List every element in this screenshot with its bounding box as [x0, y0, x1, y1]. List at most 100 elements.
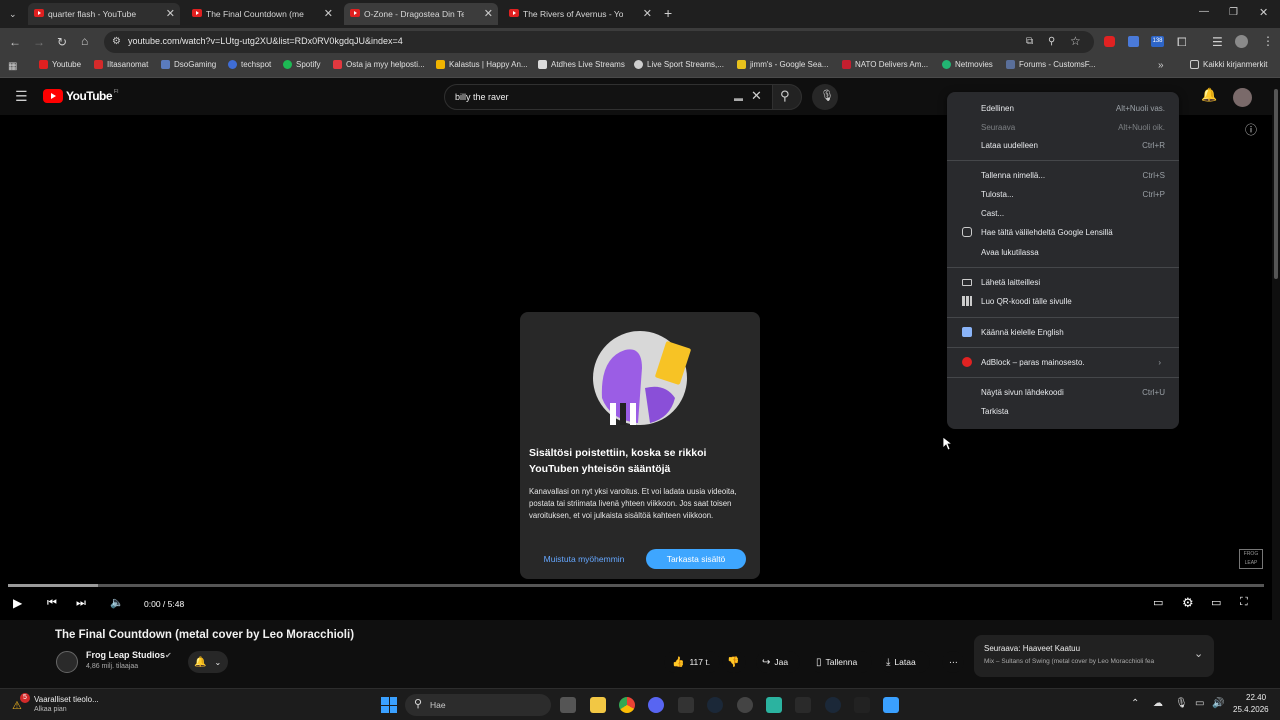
taskbar-search[interactable]: ⚲ Hae — [405, 694, 551, 716]
address-bar[interactable]: ⚙ youtube.com/watch?v=LUtg-utg2XU&list=R… — [104, 31, 1094, 53]
search-input[interactable]: billy the raver ▬ ✕ — [444, 84, 774, 110]
network-icon[interactable]: ☁ — [1153, 698, 1163, 709]
forward-icon[interactable]: → — [33, 36, 45, 48]
close-tab-icon[interactable]: ✕ — [484, 7, 493, 20]
review-content-button[interactable]: Tarkasta sisältö — [646, 549, 746, 569]
bookmark-item[interactable]: Live Sport Streams,... — [634, 60, 724, 69]
play-button[interactable]: ▶ — [13, 596, 22, 610]
steam-icon[interactable] — [707, 697, 723, 713]
bookmark-item[interactable]: jimm's - Google Sea... — [737, 60, 828, 69]
tab-2[interactable]: The Final Countdown (metal co ✕ — [186, 3, 338, 25]
user-avatar[interactable] — [1233, 88, 1252, 107]
bookmark-item[interactable]: Youtube — [39, 60, 81, 69]
notifications-bell-icon[interactable]: 🔔 — [1201, 88, 1217, 101]
extensions-icon[interactable]: ⧠ — [1177, 36, 1187, 48]
zoom-icon[interactable]: ⚲ — [1048, 36, 1055, 48]
extension-badge-icon[interactable]: 138 — [1151, 36, 1164, 47]
clock-date[interactable]: 25.4.2026 — [1233, 705, 1269, 714]
bookmark-star-icon[interactable]: ☆ — [1070, 35, 1081, 47]
scrollbar-thumb[interactable] — [1274, 89, 1278, 279]
progress-bar[interactable] — [8, 584, 1264, 587]
menu-item-reading-mode[interactable]: Avaa lukutilassa — [947, 243, 1179, 262]
close-tab-icon[interactable]: ✕ — [324, 7, 333, 20]
menu-item-view-source[interactable]: Näytä sivun lähdekoodi Ctrl+U — [947, 383, 1179, 402]
chevron-down-icon[interactable]: ⌄ — [1194, 647, 1203, 660]
clock-time[interactable]: 22.40 — [1246, 693, 1266, 702]
keyboard-icon[interactable]: ▬ — [734, 92, 743, 104]
like-button[interactable]: 👍 117 t. — [664, 651, 720, 673]
channel-name[interactable]: Frog Leap Studios — [86, 650, 165, 660]
bookmark-item[interactable]: techspot — [228, 60, 271, 69]
install-app-icon[interactable]: ⧉ — [1026, 36, 1033, 48]
bookmark-item[interactable]: Netmovies — [942, 60, 993, 69]
vpn-icon[interactable] — [766, 697, 782, 713]
new-tab-icon[interactable]: + — [664, 6, 672, 20]
close-tab-icon[interactable]: ✕ — [166, 7, 175, 20]
bookmark-item[interactable]: Spotify — [283, 60, 320, 69]
game-launcher-icon[interactable] — [737, 697, 753, 713]
bookmark-item[interactable]: Iltasanomat — [94, 60, 148, 69]
steam-client-icon[interactable] — [825, 697, 841, 713]
maximize-icon[interactable]: ❐ — [1229, 7, 1238, 19]
discord-icon[interactable] — [648, 697, 664, 713]
menu-item-save-as[interactable]: Tallenna nimellä... Ctrl+S — [947, 166, 1179, 185]
volume-button[interactable]: 🔈 — [110, 596, 124, 609]
menu-item-translate[interactable]: Käännä kielelle English — [947, 323, 1179, 342]
app-icon[interactable] — [678, 697, 694, 713]
profile-avatar[interactable] — [1235, 35, 1248, 48]
menu-item-adblock[interactable]: AdBlock – paras mainosesto. › — [947, 353, 1179, 372]
steam-alt-icon[interactable] — [795, 697, 811, 713]
page-scrollbar[interactable] — [1272, 79, 1280, 688]
mic-tray-icon[interactable]: 🎙 — [1175, 698, 1188, 709]
next-in-playlist-card[interactable]: Seuraava: Haaveet Kaatuu Mix – Sultans o… — [974, 635, 1214, 677]
home-icon[interactable]: ⌂ — [81, 35, 88, 47]
clear-search-icon[interactable]: ✕ — [751, 89, 762, 102]
close-tab-icon[interactable]: ✕ — [643, 7, 652, 20]
launcher-icon[interactable] — [854, 697, 870, 713]
file-explorer-icon[interactable] — [590, 697, 606, 713]
tab-3[interactable]: O-Zone - Dragostea Din Tei [Of ✕ — [344, 3, 498, 25]
hamburger-menu-icon[interactable]: ☰ — [15, 89, 28, 103]
channel-watermark[interactable]: FROG LEAP — [1239, 549, 1263, 569]
bookmark-item[interactable]: Atdhes Live Streams — [538, 60, 625, 69]
all-bookmarks[interactable]: Kaikki kirjanmerkit — [1190, 60, 1267, 69]
menu-item-qr-code[interactable]: Luo QR-koodi tälle sivulle — [947, 292, 1179, 311]
download-button[interactable]: ⤓ Lataa — [880, 651, 930, 673]
bookmark-item[interactable]: DsoGaming — [161, 60, 216, 69]
browser-menu-icon[interactable]: ⋮ — [1262, 35, 1274, 47]
menu-item-cast[interactable]: Cast... — [947, 204, 1179, 223]
voice-search-button[interactable]: 🎙 — [812, 84, 838, 110]
tray-overflow-icon[interactable]: ⌃ — [1131, 698, 1139, 709]
next-button[interactable]: ⏭ — [76, 597, 86, 610]
subtitles-icon[interactable]: ▭ — [1153, 596, 1163, 609]
bookmark-item[interactable]: NATO Delivers Am... — [842, 60, 928, 69]
minimize-icon[interactable]: — — [1199, 6, 1209, 18]
menu-item-reload[interactable]: Lataa uudelleen Ctrl+R — [947, 136, 1179, 155]
photos-icon[interactable] — [883, 697, 899, 713]
previous-button[interactable]: ⏮ — [47, 597, 57, 610]
weather-widget[interactable]: 5 ⚠ Vaaralliset tieolo... Alkaa pian — [8, 693, 128, 717]
tab-search-icon[interactable]: ⌄ — [9, 8, 17, 20]
theater-mode-icon[interactable]: ▭ — [1211, 596, 1221, 609]
settings-gear-icon[interactable]: ⚙ — [1182, 595, 1194, 611]
tab-4[interactable]: The Rivers of Avernus - YouTub ✕ — [503, 3, 657, 25]
save-button[interactable]: ▯ Tallenna — [810, 651, 872, 673]
adblock-extension-icon[interactable] — [1104, 36, 1115, 47]
subscription-bell-button[interactable]: 🔔 ⌄ — [188, 651, 228, 673]
bookmark-item[interactable]: Kalastus | Happy An... — [436, 60, 528, 69]
video-info-icon[interactable]: ⓘ — [1245, 124, 1257, 136]
back-icon[interactable]: ← — [9, 36, 21, 48]
close-window-icon[interactable]: ✕ — [1259, 7, 1268, 19]
chrome-icon[interactable] — [619, 697, 635, 713]
dislike-button[interactable]: 👎 — [722, 651, 746, 673]
speaker-icon[interactable]: 🔊 — [1212, 698, 1224, 709]
fullscreen-icon[interactable]: ⛶ — [1240, 596, 1248, 609]
start-button[interactable] — [381, 697, 397, 713]
reading-list-icon[interactable]: ☰ — [1212, 36, 1223, 48]
reload-icon[interactable]: ↻ — [57, 36, 67, 48]
menu-item-inspect[interactable]: Tarkista — [947, 402, 1179, 421]
tab-1[interactable]: quarter flash - YouTube ✕ — [28, 3, 180, 25]
bookmark-item[interactable]: Forums - CustomsF... — [1006, 60, 1095, 69]
menu-item-send-to-devices[interactable]: Lähetä laitteillesi — [947, 273, 1179, 292]
share-button[interactable]: ↪ Jaa — [756, 651, 800, 673]
